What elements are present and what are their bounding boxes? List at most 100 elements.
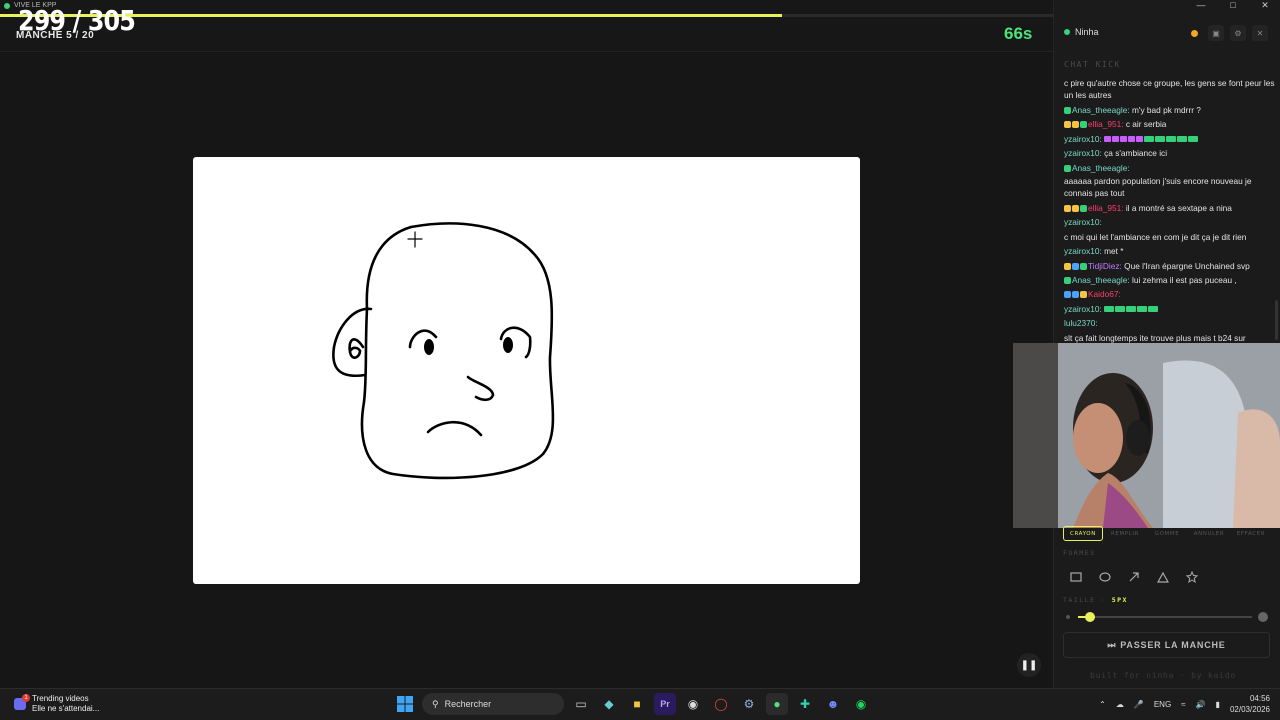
taskbar: Trending videos Elle ne s'attendai... ⚲ R…	[0, 688, 1280, 720]
chat-emote-icon	[1155, 135, 1166, 142]
chat-username[interactable]: Anas_theeagle:	[1072, 163, 1130, 173]
taskbar-search[interactable]: ⚲ Rechercher	[422, 693, 564, 715]
tray-chevron-icon[interactable]: ⌃	[1099, 700, 1106, 709]
close-panel-icon[interactable]: ✕	[1252, 25, 1268, 41]
size-max-dot	[1258, 612, 1268, 622]
chat-message: c pire qu'autre chose ce groupe, les gen…	[1064, 77, 1276, 101]
chat-username[interactable]: lulu2370:	[1064, 318, 1098, 328]
arrow-icon[interactable]	[1122, 567, 1146, 587]
battery-icon[interactable]: ▮	[1216, 700, 1220, 709]
chat-message: Kaido67:	[1064, 287, 1276, 301]
app-icon[interactable]: ◆	[598, 693, 620, 715]
ellipse-icon[interactable]	[1093, 567, 1117, 587]
chat-username[interactable]: Anas_theeagle:	[1072, 105, 1132, 115]
chat-username[interactable]: yzairox10:	[1064, 148, 1104, 158]
chat-badge-icon	[1064, 121, 1071, 129]
chat-message: lulu2370:	[1064, 316, 1276, 330]
chat-username[interactable]: ellia_951:	[1088, 203, 1126, 213]
chat-emote-icon	[1112, 135, 1120, 142]
tool-fill[interactable]: REMPLIR	[1105, 526, 1145, 541]
volume-icon[interactable]: 🔊	[1196, 700, 1206, 709]
chat-emote-icon	[1166, 135, 1177, 142]
header-buttons: ▣ ⚙ ✕	[1186, 25, 1268, 41]
trending-subtitle: Elle ne s'attendai...	[32, 704, 100, 713]
chat-text: c pire qu'autre chose ce groupe, les gen…	[1064, 78, 1275, 100]
webcam-image	[1013, 343, 1280, 528]
cloud-icon[interactable]: ☁	[1116, 700, 1124, 709]
round-progress-bar	[0, 14, 1053, 17]
obs-icon[interactable]: ◉	[682, 693, 704, 715]
discord-icon[interactable]: ☻	[822, 693, 844, 715]
chat-username[interactable]: yzairox10:	[1064, 246, 1104, 256]
size-label-text: TAILLE ·	[1063, 596, 1107, 604]
size-slider-handle[interactable]	[1085, 612, 1096, 622]
chat-username[interactable]: yzairox10:	[1064, 217, 1102, 227]
app2-icon[interactable]: ✚	[794, 693, 816, 715]
chat-message: ellia_951: c air serbia	[1064, 117, 1276, 131]
windows-start-icon[interactable]	[394, 693, 416, 715]
size-slider[interactable]	[1066, 612, 1268, 622]
top-bar: VIVE LE KPP 299 / 305 MANCHE 5 / 20 66s	[0, 0, 1053, 52]
chat-username[interactable]: yzairox10:	[1064, 304, 1104, 314]
chat-username[interactable]: Anas_theeagle:	[1072, 275, 1132, 285]
chat-badge-icon	[1064, 277, 1071, 285]
language-indicator[interactable]: ENG	[1154, 700, 1171, 709]
chat-username[interactable]: Kaido67:	[1088, 289, 1121, 299]
chat-username[interactable]: ellia_951:	[1088, 119, 1126, 129]
rectangle-icon[interactable]	[1064, 567, 1088, 587]
size-slider-track	[1078, 616, 1252, 618]
status-dot-button[interactable]	[1186, 25, 1202, 41]
skip-round-button[interactable]: ⏭ PASSER LA MANCHE	[1063, 632, 1270, 658]
clock[interactable]: 04:56 02/03/2026	[1230, 693, 1270, 715]
chat-emote-icon	[1120, 135, 1128, 142]
chrome-icon[interactable]: ◯	[710, 693, 732, 715]
footer-credit: built for ninha · by kaido	[1090, 671, 1237, 680]
chat-message: yzairox10:	[1064, 215, 1276, 229]
search-icon: ⚲	[432, 698, 439, 709]
close-icon[interactable]: ✕	[1256, 0, 1274, 11]
chat-scrollbar[interactable]	[1275, 300, 1278, 340]
chat-badge-icon	[1064, 262, 1071, 270]
chat-title: CHAT KICK	[1064, 60, 1121, 69]
trending-icon	[14, 694, 30, 710]
tool-crayon[interactable]: CRAYON	[1063, 526, 1103, 541]
online-indicator-icon	[1064, 29, 1070, 35]
pause-button[interactable]: ❚❚	[1017, 653, 1041, 677]
gear-icon[interactable]: ⚙	[1230, 25, 1246, 41]
app-window: VIVE LE KPP 299 / 305 MANCHE 5 / 20 66s …	[0, 0, 1280, 688]
mic-icon[interactable]: 🎤	[1134, 700, 1144, 709]
triangle-icon[interactable]	[1151, 567, 1175, 587]
wifi-icon[interactable]: ≈	[1181, 700, 1185, 709]
task-view-icon[interactable]: ▭	[570, 693, 592, 715]
layout-icon[interactable]: ▣	[1208, 25, 1224, 41]
drawing-canvas[interactable]	[193, 157, 860, 584]
chat-log[interactable]: c pire qu'autre chose ce groupe, les gen…	[1064, 77, 1276, 343]
star-icon[interactable]	[1180, 567, 1204, 587]
chat-badge-icon	[1072, 121, 1079, 129]
chat-badge-icon	[1080, 205, 1087, 213]
chat-message: yzairox10: met *	[1064, 244, 1276, 258]
chat-message: slt ça fait longtemps ite trouve plus ma…	[1064, 331, 1276, 343]
chat-message: yzairox10: ça s'ambiance ici	[1064, 146, 1276, 160]
chat-text: met *	[1104, 246, 1124, 257]
drawing	[332, 222, 555, 480]
app-status-dot	[4, 2, 10, 9]
maximize-icon[interactable]: □	[1224, 0, 1242, 11]
chat-username[interactable]: TidjiDiez:	[1088, 261, 1124, 271]
premiere-icon[interactable]: Pr	[654, 693, 676, 715]
kick-app-icon[interactable]: ●	[766, 693, 788, 715]
streamer-status: Ninha	[1064, 27, 1099, 37]
tool-undo[interactable]: ANNULER	[1189, 526, 1229, 541]
skip-round-label: PASSER LA MANCHE	[1120, 640, 1226, 650]
steam-icon[interactable]: ⚙	[738, 693, 760, 715]
spotify-icon[interactable]: ◉	[850, 693, 872, 715]
forms-label: FORMES	[1063, 549, 1096, 557]
chat-badge-icon	[1072, 262, 1079, 270]
tool-clear[interactable]: EFFACER	[1231, 526, 1271, 541]
chat-username[interactable]: yzairox10:	[1064, 134, 1104, 144]
file-explorer-icon[interactable]: ■	[626, 693, 648, 715]
widget-trending[interactable]: Trending videos Elle ne s'attendai...	[14, 694, 99, 714]
chat-badge-icon	[1072, 205, 1079, 213]
tool-eraser[interactable]: GOMME	[1147, 526, 1187, 541]
minimize-icon[interactable]: —	[1192, 0, 1210, 11]
